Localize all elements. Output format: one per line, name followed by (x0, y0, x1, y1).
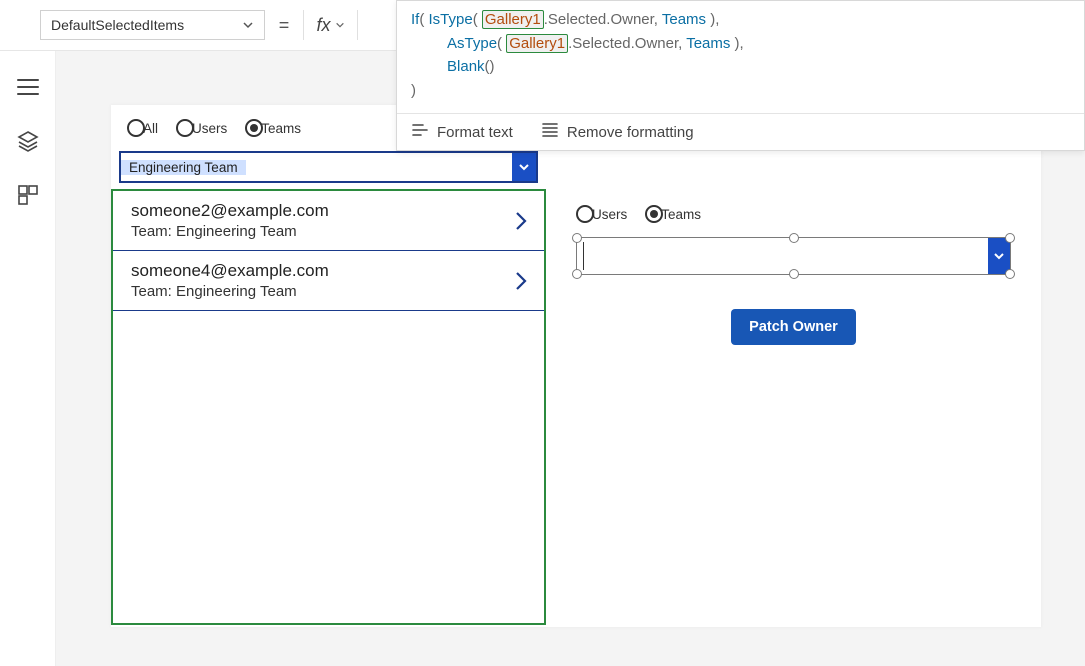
app-canvas: All Users Teams Engineering Team (111, 105, 1041, 627)
hamburger-icon[interactable] (16, 75, 40, 99)
property-dropdown-label: DefaultSelectedItems (51, 17, 184, 33)
left-panel: All Users Teams Engineering Team (111, 105, 546, 625)
gallery-item[interactable]: someone2@example.com Team: Engineering T… (113, 191, 544, 251)
gallery[interactable]: someone2@example.com Team: Engineering T… (111, 189, 546, 625)
components-icon[interactable] (16, 183, 40, 207)
resize-handle[interactable] (1005, 269, 1015, 279)
remove-formatting-label: Remove formatting (567, 124, 694, 141)
chevron-down-icon (335, 20, 345, 30)
resize-handle[interactable] (572, 233, 582, 243)
chevron-right-icon[interactable] (512, 267, 530, 295)
gallery-item-email: someone2@example.com (131, 201, 329, 221)
left-rail (0, 51, 56, 666)
owner-combobox-selected[interactable] (576, 237, 1011, 275)
chevron-down-icon (242, 19, 254, 31)
radio-users-right-label: Users (592, 207, 627, 222)
gallery-item-team: Team: Engineering Team (131, 283, 329, 300)
radio-all[interactable]: All (127, 119, 158, 137)
chevron-down-icon (512, 153, 536, 181)
equals-label: = (265, 15, 303, 36)
right-panel: Users Teams Patch Owner (546, 105, 1041, 627)
fx-label: fx (316, 15, 330, 36)
formula-actions: Format text Remove formatting (397, 113, 1084, 150)
text-cursor (583, 242, 584, 270)
remove-formatting-icon (541, 122, 559, 142)
property-dropdown[interactable]: DefaultSelectedItems (40, 10, 265, 40)
patch-owner-button[interactable]: Patch Owner (731, 309, 856, 345)
radio-teams[interactable]: Teams (245, 119, 301, 137)
remove-formatting-button[interactable]: Remove formatting (541, 122, 694, 142)
resize-handle[interactable] (1005, 233, 1015, 243)
radio-all-label: All (143, 121, 158, 136)
chevron-right-icon[interactable] (512, 207, 530, 235)
gallery-item-team: Team: Engineering Team (131, 223, 329, 240)
radio-users-right[interactable]: Users (576, 205, 627, 223)
radio-teams-right[interactable]: Teams (645, 205, 701, 223)
radio-teams-label: Teams (261, 121, 301, 136)
team-dropdown-value: Engineering Team (121, 160, 246, 175)
format-text-label: Format text (437, 124, 513, 141)
gallery-item-email: someone4@example.com (131, 261, 329, 281)
gallery-item-text: someone4@example.com Team: Engineering T… (131, 261, 329, 300)
resize-handle[interactable] (572, 269, 582, 279)
resize-handle[interactable] (789, 269, 799, 279)
radio-teams-right-label: Teams (661, 207, 701, 222)
format-text-button[interactable]: Format text (411, 122, 513, 142)
formula-bar-panel: If( IsType( Gallery1.Selected.Owner, Tea… (396, 0, 1085, 151)
gallery-item-text: someone2@example.com Team: Engineering T… (131, 201, 329, 240)
team-dropdown[interactable]: Engineering Team (119, 151, 538, 183)
layers-icon[interactable] (16, 129, 40, 153)
resize-handle[interactable] (789, 233, 799, 243)
formula-editor[interactable]: If( IsType( Gallery1.Selected.Owner, Tea… (397, 1, 1084, 113)
radio-users[interactable]: Users (176, 119, 227, 137)
fx-button[interactable]: fx (303, 10, 358, 40)
radio-users-label: Users (192, 121, 227, 136)
gallery-item[interactable]: someone4@example.com Team: Engineering T… (113, 251, 544, 311)
format-text-icon (411, 122, 429, 142)
right-filter-radios: Users Teams (546, 205, 1041, 233)
